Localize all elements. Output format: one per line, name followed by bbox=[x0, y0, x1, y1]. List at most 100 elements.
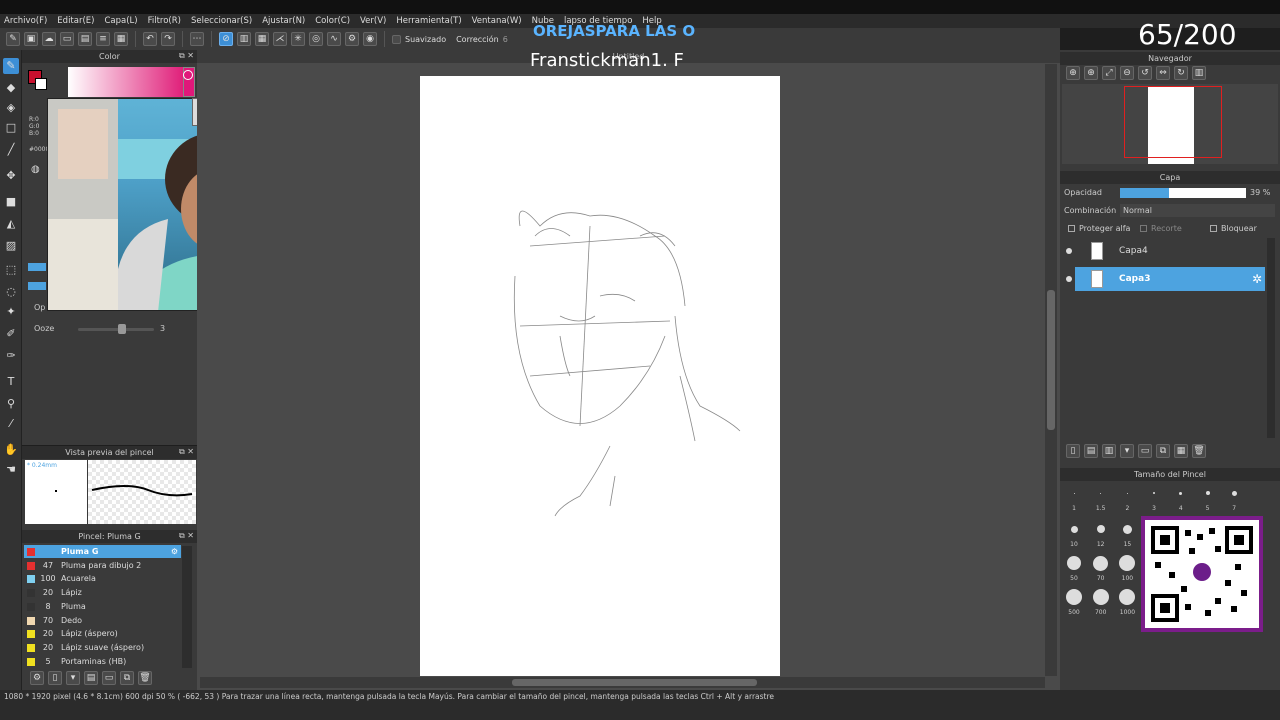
cloud-icon[interactable]: ☁ bbox=[42, 32, 56, 46]
magic-wand-tool-icon[interactable]: ✦ bbox=[3, 304, 19, 320]
select-eraser-tool-icon[interactable]: ✑ bbox=[3, 348, 19, 364]
menu-ver[interactable]: Ver(V) bbox=[360, 16, 386, 26]
menu-ventana[interactable]: Ventana(W) bbox=[472, 16, 522, 26]
brush-size-preset[interactable] bbox=[1205, 491, 1210, 495]
menu-color[interactable]: Color(C) bbox=[315, 16, 350, 26]
lock-checkbox[interactable] bbox=[1210, 225, 1217, 232]
selection-icon[interactable]: ⋯ bbox=[190, 32, 204, 46]
select-rect-tool-icon[interactable]: ⬚ bbox=[3, 262, 19, 278]
brush-size-preset[interactable] bbox=[1066, 589, 1082, 605]
snap-settings-icon[interactable]: ⚙ bbox=[345, 32, 359, 46]
swatch-blue-2[interactable] bbox=[28, 282, 46, 290]
menu-filtro[interactable]: Filtro(R) bbox=[148, 16, 181, 26]
snap-curve-icon[interactable]: ∿ bbox=[327, 32, 341, 46]
new-raster-icon[interactable]: ▤ bbox=[1084, 444, 1098, 458]
brush-size-preset[interactable] bbox=[1093, 555, 1109, 571]
snap-vanish-icon[interactable]: ◉ bbox=[363, 32, 377, 46]
clip-checkbox[interactable] bbox=[1140, 225, 1147, 232]
undo-icon[interactable]: ↶ bbox=[143, 32, 157, 46]
brush-copy-icon[interactable]: ▤ bbox=[84, 671, 98, 685]
brush-settings-icon[interactable]: ⚙ bbox=[171, 545, 178, 558]
swatch-blue[interactable] bbox=[28, 263, 46, 271]
layer-visibility-icon[interactable] bbox=[1066, 276, 1072, 282]
brush-size-preset[interactable] bbox=[1122, 524, 1132, 534]
ooze-slider[interactable] bbox=[78, 328, 154, 331]
suavizado-checkbox[interactable] bbox=[392, 34, 401, 44]
brush-size-preset[interactable] bbox=[1073, 492, 1075, 494]
brush-item[interactable]: 8 Pluma bbox=[24, 600, 181, 613]
zoom-out-icon[interactable]: ⊖ bbox=[1120, 66, 1134, 80]
new-layer-icon[interactable]: ▯ bbox=[1066, 444, 1080, 458]
eraser-tool-icon[interactable]: ◆ bbox=[3, 80, 19, 96]
brush-folder-icon[interactable]: ▭ bbox=[102, 671, 116, 685]
fill-rect-tool-icon[interactable]: ■ bbox=[3, 194, 19, 210]
brush-size-preset[interactable] bbox=[1179, 491, 1183, 495]
bucket-tool-icon[interactable]: ◭ bbox=[3, 216, 19, 232]
clip-option[interactable]: Recorte bbox=[1140, 224, 1182, 233]
layer-item[interactable]: Capa4 bbox=[1075, 239, 1265, 263]
hand2-tool-icon[interactable]: ☚ bbox=[3, 462, 19, 478]
brush-item[interactable]: 5 Portaminas (HB) bbox=[24, 655, 181, 668]
move-tool-icon[interactable]: ✥ bbox=[3, 168, 19, 184]
brush-size-preset[interactable] bbox=[1070, 525, 1078, 533]
brush-item[interactable]: 70 Dedo bbox=[24, 614, 181, 627]
copy-layer-icon[interactable]: ▥ bbox=[1102, 444, 1116, 458]
menu-archivo[interactable]: Archivo(F) bbox=[4, 16, 47, 26]
add-brush-icon[interactable]: ▾ bbox=[66, 671, 80, 685]
layer-item-selected[interactable]: Capa3 ✲ bbox=[1075, 267, 1265, 291]
magnifier-tool-icon[interactable]: ⚲ bbox=[3, 396, 19, 412]
horizontal-scroll-thumb[interactable] bbox=[512, 679, 757, 686]
snap-circle-icon[interactable]: ◎ bbox=[309, 32, 323, 46]
select-pen-tool-icon[interactable]: ✐ bbox=[3, 326, 19, 342]
redo-icon[interactable]: ↷ bbox=[161, 32, 175, 46]
line-tool-icon[interactable]: ╱ bbox=[3, 142, 19, 158]
snap-grid-icon[interactable]: ▦ bbox=[255, 32, 269, 46]
color-gradient-box[interactable] bbox=[68, 67, 183, 97]
brush-item[interactable]: 47 Pluma para dibujo 2 bbox=[24, 559, 181, 572]
panel-close-icon[interactable]: ⧉ ✕ bbox=[179, 51, 194, 61]
text-tool-icon[interactable]: T bbox=[3, 374, 19, 390]
ooze-slider-thumb[interactable] bbox=[118, 324, 126, 334]
layer-scrollbar[interactable] bbox=[1267, 238, 1275, 438]
grid-icon[interactable]: ▦ bbox=[114, 32, 128, 46]
clear-icon[interactable]: ▦ bbox=[1174, 444, 1188, 458]
navigator-preview[interactable] bbox=[1062, 84, 1278, 164]
rotate-left-icon[interactable]: ↺ bbox=[1138, 66, 1152, 80]
pen-tool-icon[interactable]: ✎ bbox=[3, 58, 19, 74]
brush-size-preset[interactable] bbox=[1067, 556, 1081, 570]
new-brush-icon[interactable]: ▯ bbox=[48, 671, 62, 685]
merge-icon[interactable]: ⧉ bbox=[1156, 444, 1170, 458]
brush-icon[interactable]: ✎ bbox=[6, 32, 20, 46]
menu-herramienta[interactable]: Herramienta(T) bbox=[396, 16, 461, 26]
panel-close-icon[interactable]: ⧉ ✕ bbox=[179, 447, 194, 457]
brush-size-preset[interactable] bbox=[1096, 525, 1105, 533]
menu-capa[interactable]: Capa(L) bbox=[104, 16, 137, 26]
zoom-in-icon[interactable]: ⊕ bbox=[1066, 66, 1080, 80]
brush-item[interactable]: 100 Acuarela bbox=[24, 572, 181, 585]
mirror-icon[interactable]: ▥ bbox=[1192, 66, 1206, 80]
lasso-tool-icon[interactable]: ◌ bbox=[3, 284, 19, 300]
snap-off-icon[interactable]: ⊘ bbox=[219, 32, 233, 46]
add-layer-menu-icon[interactable]: ▾ bbox=[1120, 444, 1134, 458]
folder-icon[interactable]: ▭ bbox=[1138, 444, 1152, 458]
delete-layer-icon[interactable]: 🗑 bbox=[1192, 444, 1206, 458]
brush-duplicate-icon[interactable]: ⧉ bbox=[120, 671, 134, 685]
eyedropper-tool-icon[interactable]: ⁄ bbox=[3, 416, 19, 432]
drawing-canvas[interactable] bbox=[420, 76, 780, 676]
brush-item[interactable]: 20 Lápiz (áspero) bbox=[24, 627, 181, 640]
flip-icon[interactable]: ⇔ bbox=[1156, 66, 1170, 80]
layer-settings-icon[interactable]: ✲ bbox=[1252, 267, 1262, 291]
snap-lines-icon[interactable]: ▥ bbox=[237, 32, 251, 46]
snap-radial-icon[interactable]: ✳ bbox=[291, 32, 305, 46]
rotate-right-icon[interactable]: ↻ bbox=[1174, 66, 1188, 80]
brush-size-preset[interactable] bbox=[1092, 589, 1109, 605]
opacity-slider[interactable] bbox=[1120, 188, 1246, 198]
correccion-value[interactable]: 6 bbox=[503, 35, 508, 44]
layer-visibility-icon[interactable] bbox=[1066, 248, 1072, 254]
brush-delete-icon[interactable]: 🗑 bbox=[138, 671, 152, 685]
brush-size-preset[interactable] bbox=[1126, 492, 1128, 494]
menu-ajustar[interactable]: Ajustar(N) bbox=[262, 16, 305, 26]
zoom-in-alt-icon[interactable]: ⊕ bbox=[1084, 66, 1098, 80]
secondary-color-swatch[interactable] bbox=[35, 78, 47, 90]
blend-select[interactable]: Normal bbox=[1120, 204, 1275, 217]
